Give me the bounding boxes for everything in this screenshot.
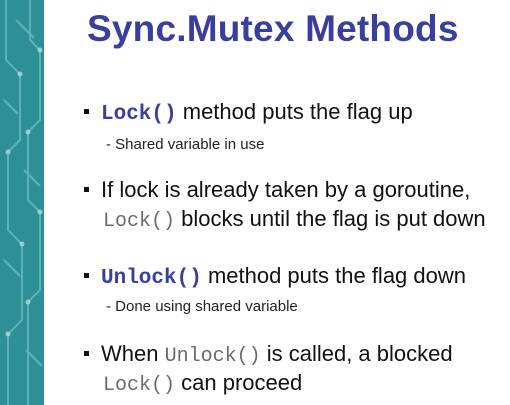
sub-bullet-done-using: - Done using shared variable (106, 298, 298, 315)
code-lock: Lock() (101, 103, 177, 126)
bullet-icon (84, 350, 89, 356)
slide-title: Sync.Mutex Methods (87, 8, 459, 49)
code-unlock: Unlock() (164, 345, 261, 368)
bullet-unlock-method: Unlock() method puts the flag down (84, 262, 466, 293)
bullet-lock-taken-line2: Lock() blocks until the flag is put down (103, 205, 486, 236)
circuit-pattern-icon (3, 0, 43, 405)
bullet-text: When (101, 341, 165, 366)
bullet-text: method puts the flag up (176, 99, 413, 124)
bullet-text: blocks until the flag is put down (175, 206, 486, 231)
bullet-lock-method: Lock() method puts the flag up (84, 98, 413, 129)
bullet-icon (84, 108, 89, 114)
bullet-icon (84, 186, 89, 192)
bullet-unlock-called-line2: Lock() can proceed (103, 369, 302, 400)
bullet-icon (84, 272, 89, 278)
code-lock: Lock() (103, 210, 176, 233)
bullet-text: If lock is already taken by a goroutine, (101, 177, 471, 202)
bullet-unlock-called: When Unlock() is called, a blocked (84, 340, 453, 371)
bullet-text: can proceed (175, 370, 303, 395)
decorative-side-strip (0, 0, 44, 405)
bullet-lock-taken: If lock is already taken by a goroutine, (84, 176, 470, 204)
bullet-text: method puts the flag down (201, 263, 466, 288)
code-lock: Lock() (103, 374, 176, 397)
sub-bullet-shared-variable: - Shared variable in use (106, 136, 265, 153)
bullet-text: is called, a blocked (260, 341, 453, 366)
code-unlock: Unlock() (101, 267, 202, 290)
